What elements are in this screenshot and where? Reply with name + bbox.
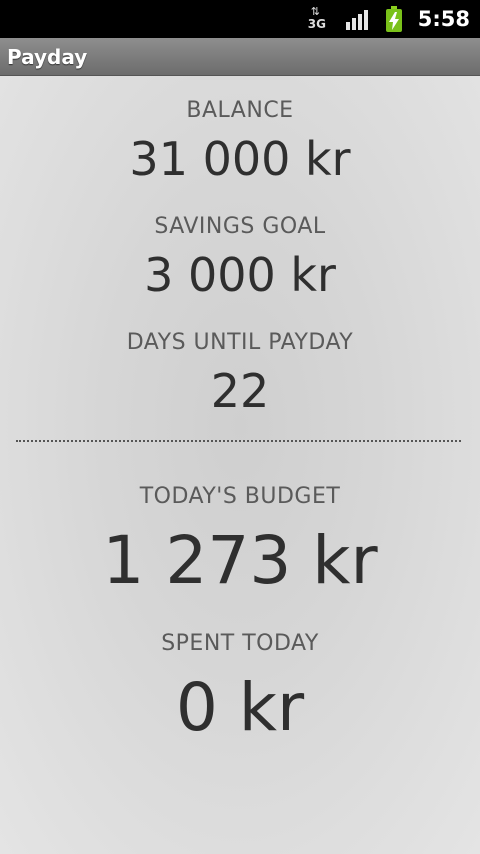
battery-charging-icon bbox=[385, 6, 402, 32]
app-title-bar: Payday bbox=[0, 38, 480, 76]
status-clock: 5:58 bbox=[417, 7, 470, 31]
section-divider bbox=[16, 440, 461, 442]
main-content: BALANCE 31 000 kr SAVINGS GOAL 3 000 kr … bbox=[0, 76, 480, 854]
days-until-payday-label: DAYS UNTIL PAYDAY bbox=[126, 330, 354, 355]
todays-budget-label: TODAY'S BUDGET bbox=[139, 484, 341, 509]
balance-value[interactable]: 31 000 kr bbox=[0, 132, 480, 186]
balance-label: BALANCE bbox=[186, 98, 294, 123]
spent-today-label: SPENT TODAY bbox=[161, 631, 319, 656]
data-transfer-icon: ⇅ 3G bbox=[308, 6, 330, 32]
status-icons: ⇅ 3G 5:58 bbox=[308, 0, 480, 38]
status-bar: ⇅ 3G 5:58 bbox=[0, 0, 480, 38]
days-until-payday-value[interactable]: 22 bbox=[0, 364, 480, 418]
todays-budget-value: 1 273 kr bbox=[102, 522, 378, 599]
signal-strength-icon bbox=[345, 8, 372, 30]
app-title: Payday bbox=[7, 45, 88, 69]
data-arrows-glyph: ⇅ bbox=[310, 5, 320, 18]
spent-today-value[interactable]: 0 kr bbox=[0, 669, 480, 746]
network-type-label: 3G bbox=[307, 17, 326, 31]
savings-goal-label: SAVINGS GOAL bbox=[154, 214, 326, 239]
savings-goal-value[interactable]: 3 000 kr bbox=[0, 248, 480, 302]
